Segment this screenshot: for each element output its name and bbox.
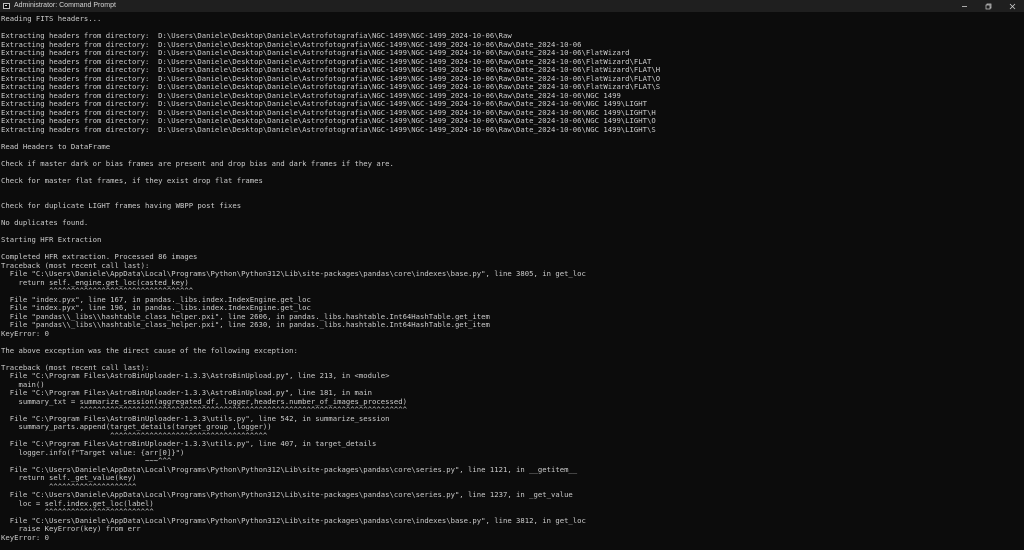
command-prompt-window: Administrator: Command Prompt Reading FI…: [0, 0, 1024, 550]
console-line: KeyError: 0: [1, 328, 50, 338]
console-line: Reading FITS headers...: [1, 15, 102, 23]
minimize-icon: [961, 3, 968, 10]
console-line: File "C:\Users\Daniele\AppData\Local\Pro…: [1, 490, 573, 499]
console-line: File "pandas\\_libs\\hashtable_class_hel…: [1, 320, 490, 329]
console-line: The above exception was the direct cause…: [1, 345, 298, 355]
restore-button[interactable]: [976, 0, 1000, 12]
console-line: Check for master flat frames, if they ex…: [1, 175, 263, 185]
console-line: Starting HFR Extraction: [1, 235, 102, 244]
console-line: File "C:\Users\Daniele\AppData\Local\Pro…: [1, 464, 578, 474]
console-line: Extracting headers from directory: D:\Us…: [1, 124, 656, 134]
console-line: Check if master dark or bias frames are …: [1, 158, 394, 168]
console-output[interactable]: Reading FITS headers... Extracting header…: [1, 15, 1024, 550]
console-line: loc = self.index.get_loc(label): [1, 498, 154, 508]
command-prompt-icon: [3, 3, 10, 9]
close-icon: [1009, 3, 1016, 10]
console-line: Read Headers to DataFrame: [1, 141, 111, 151]
console-line: Check for duplicate LIGHT frames having …: [1, 201, 242, 210]
console-line: File "C:\Users\Daniele\AppData\Local\Pro…: [1, 515, 586, 525]
window-controls: [952, 0, 1024, 12]
vertical-scrollbar[interactable]: [1020, 12, 1024, 550]
window-title: Administrator: Command Prompt: [14, 2, 116, 9]
restore-icon: [985, 3, 992, 10]
console-line: KeyError: 0: [1, 532, 50, 542]
console-line: raise KeyError(key) from err: [1, 524, 141, 533]
close-button[interactable]: [1000, 0, 1024, 12]
console-line: No duplicates found.: [1, 218, 89, 227]
minimize-button[interactable]: [952, 0, 976, 12]
console-line: Completed HFR extraction. Processed 86 i…: [1, 252, 198, 261]
console-line: File "C:\Program Files\AstroBinUploader-…: [1, 371, 390, 380]
console-line: return self._get_value(key): [1, 473, 137, 482]
title-bar[interactable]: Administrator: Command Prompt: [0, 0, 1024, 12]
